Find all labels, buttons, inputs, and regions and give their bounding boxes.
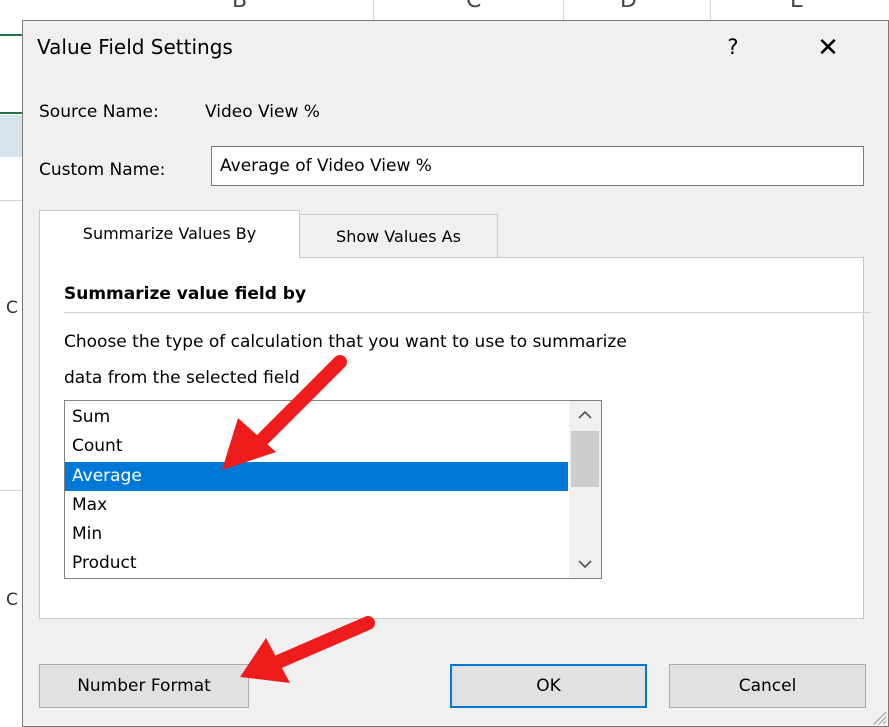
close-icon[interactable]: ✕	[808, 31, 848, 65]
dialog-titlebar[interactable]: Value Field Settings ? ✕	[23, 21, 888, 79]
tab-summarize-values-by[interactable]: Summarize Values By	[39, 210, 300, 258]
spreadsheet-border-accent	[0, 112, 22, 114]
list-item-sum[interactable]: Sum	[65, 403, 568, 432]
spreadsheet-cell-text: C	[6, 298, 18, 318]
list-item-max[interactable]: Max	[65, 491, 568, 520]
spreadsheet-cell-text: C	[6, 590, 18, 610]
list-item-average[interactable]: Average	[65, 462, 568, 491]
panel-heading: Summarize value field by	[64, 284, 307, 304]
source-name-label: Source Name:	[39, 102, 159, 122]
column-letter-b: B	[232, 0, 248, 13]
chevron-down-icon[interactable]	[569, 550, 601, 578]
ok-button[interactable]: OK	[450, 664, 647, 708]
list-item-count[interactable]: Count	[65, 432, 568, 461]
list-item-product[interactable]: Product	[65, 549, 568, 578]
value-field-settings-dialog: Value Field Settings ? ✕ Source Name: Vi…	[22, 20, 889, 727]
scrollbar-thumb[interactable]	[571, 431, 599, 487]
column-divider	[710, 0, 711, 20]
chevron-up-icon[interactable]	[569, 401, 601, 429]
heading-divider	[64, 312, 870, 313]
spreadsheet-gridline	[0, 200, 22, 201]
listbox-scrollbar[interactable]	[569, 401, 601, 578]
source-name-value: Video View %	[205, 102, 320, 122]
column-divider	[563, 0, 564, 20]
list-item-min[interactable]: Min	[65, 520, 568, 549]
column-letter-c: C	[466, 0, 482, 13]
column-divider	[373, 0, 374, 20]
description-line-1: Choose the type of calculation that you …	[64, 332, 627, 352]
spreadsheet-border-accent	[0, 34, 22, 36]
dialog-title: Value Field Settings	[37, 35, 233, 59]
column-letter-d: D	[620, 0, 637, 13]
calculation-listbox[interactable]: Sum Count Average Max Min Product	[64, 400, 602, 579]
summarize-panel: Summarize value field by Choose the type…	[39, 257, 870, 619]
custom-name-input[interactable]	[211, 146, 864, 186]
help-icon[interactable]: ?	[718, 31, 748, 63]
spreadsheet-gridline	[0, 490, 22, 491]
description-line-2: data from the selected field	[64, 368, 300, 388]
custom-name-label: Custom Name:	[39, 160, 166, 180]
tab-show-values-as[interactable]: Show Values As	[300, 214, 498, 258]
cancel-button[interactable]: Cancel	[669, 664, 866, 708]
column-letter-e: E	[790, 0, 804, 13]
spreadsheet-column-header-strip: B C D E	[0, 0, 889, 21]
spreadsheet-selected-cell	[0, 115, 22, 157]
resize-grip-icon[interactable]	[868, 706, 888, 726]
number-format-button[interactable]: Number Format	[39, 664, 249, 708]
